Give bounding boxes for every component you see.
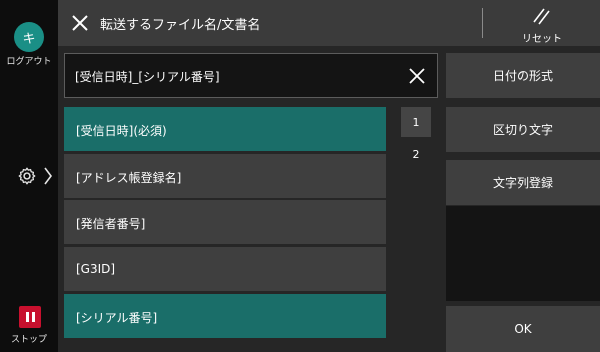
token-item-g3id[interactable]: [G3ID] [64, 247, 386, 291]
date-format-button[interactable]: 日付の形式 [446, 53, 600, 98]
logout-button[interactable]: キ ログアウト [0, 18, 58, 68]
close-icon [72, 15, 88, 31]
separator-button[interactable]: 区切り文字 [446, 107, 600, 152]
page-1-button[interactable]: 1 [401, 107, 431, 137]
settings-button[interactable] [16, 162, 54, 190]
clear-button[interactable] [405, 64, 429, 88]
ok-button[interactable]: OK [446, 306, 600, 352]
reset-label: リセット [522, 34, 562, 45]
stop-icon [19, 306, 41, 328]
token-item-sender-number[interactable]: [発信者番号] [64, 200, 386, 244]
stop-button[interactable]: ストップ [0, 304, 58, 348]
page-title: 転送するファイル名/文書名 [100, 18, 261, 33]
close-button[interactable] [66, 9, 94, 37]
token-item-address-book-name[interactable]: [アドレス帳登録名] [64, 154, 386, 198]
filename-value: [受信日時]_[シリアル番号] [75, 70, 220, 84]
logout-label: ログアウト [6, 57, 52, 67]
side-panel-spacer [446, 206, 600, 301]
reset-icon [533, 8, 550, 25]
gear-icon [18, 167, 36, 185]
page-2-button[interactable]: 2 [401, 139, 431, 169]
chevron-right-icon [44, 167, 52, 185]
left-rail: キ ログアウト ストップ [0, 0, 58, 352]
register-string-button[interactable]: 文字列登録 [446, 160, 600, 205]
close-icon [409, 68, 425, 84]
token-item-received-datetime[interactable]: [受信日時](必須) [64, 107, 386, 151]
reset-button[interactable]: リセット [484, 0, 600, 46]
stop-label: ストップ [10, 335, 47, 345]
header-bar: 転送するファイル名/文書名 リセット [58, 0, 600, 46]
logout-icon: キ [14, 22, 44, 52]
filename-field[interactable]: [受信日時]_[シリアル番号] [64, 53, 438, 98]
header-divider [482, 8, 483, 38]
token-item-serial-number[interactable]: [シリアル番号] [64, 294, 386, 338]
